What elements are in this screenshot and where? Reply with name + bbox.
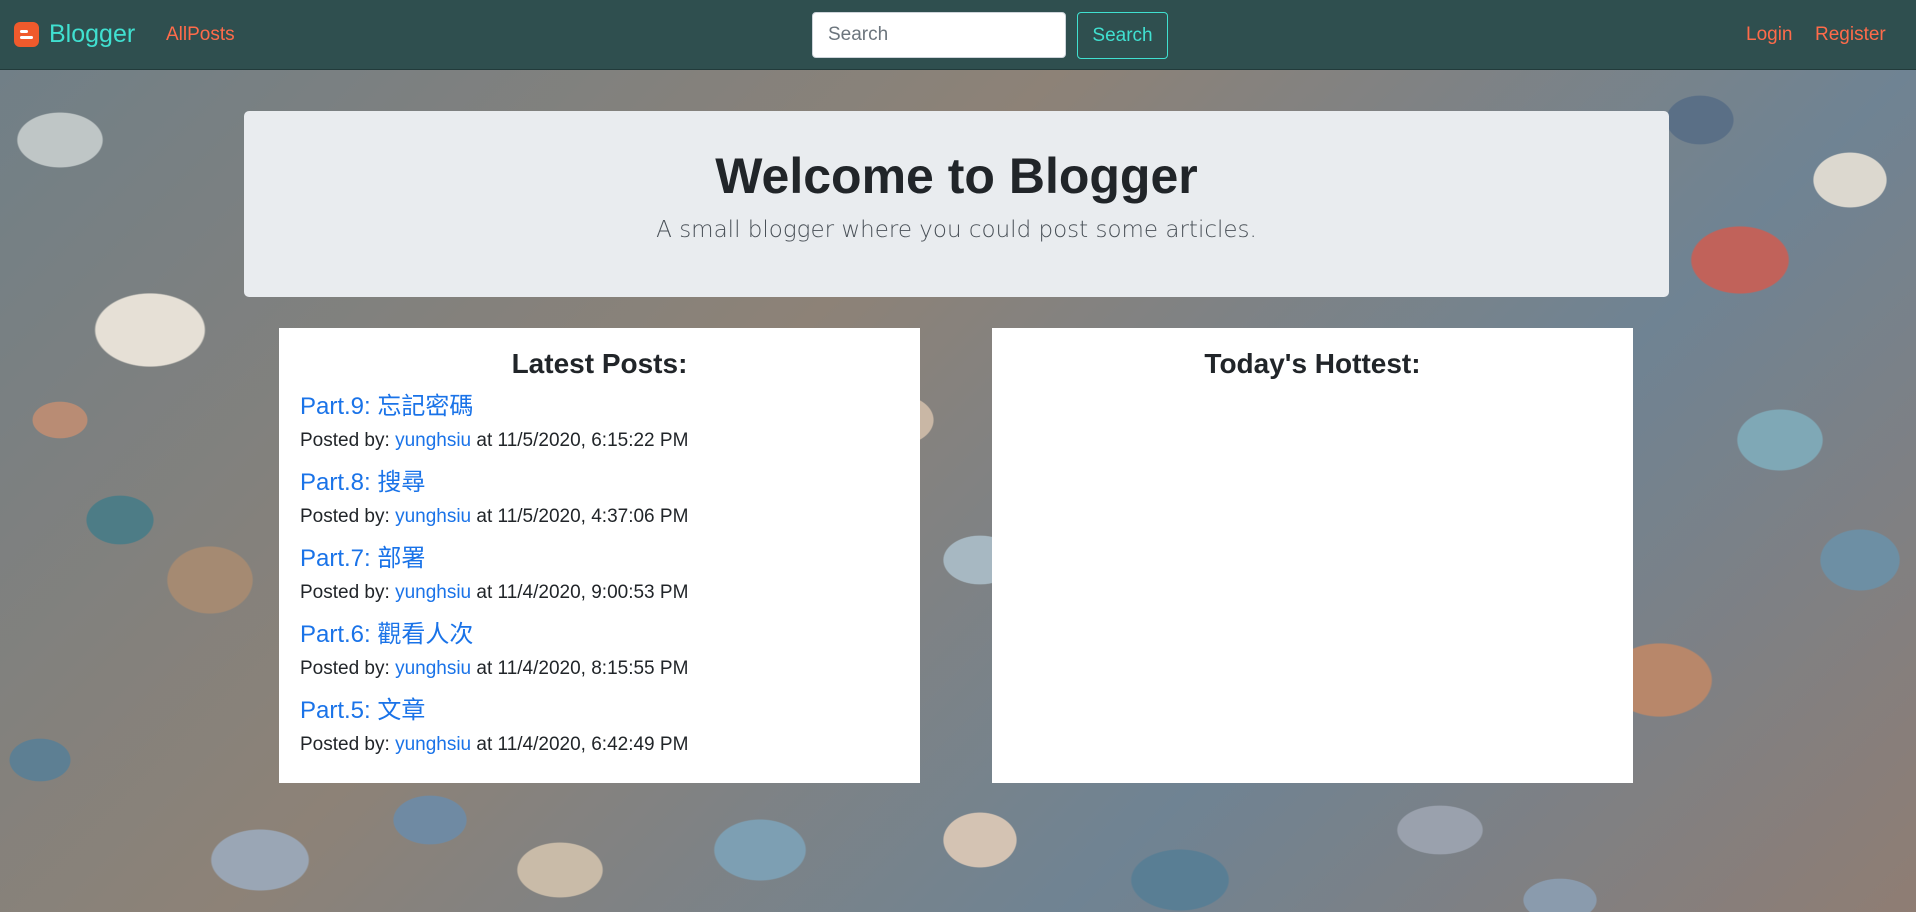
posted-by-label: Posted by: (300, 506, 390, 527)
at-label: at (476, 506, 493, 527)
post-timestamp: 11/4/2020, 8:15:55 PM (497, 658, 689, 679)
search-button[interactable]: Search (1077, 12, 1168, 59)
brand-name: Blogger (49, 20, 136, 48)
hottest-posts-card: Today's Hottest: (992, 328, 1633, 783)
posted-by-label: Posted by: (300, 430, 390, 451)
post-author-link[interactable]: yunghsiu (395, 430, 471, 451)
post-author-link[interactable]: yunghsiu (395, 582, 471, 603)
top-navbar: Blogger AllPosts Search Login Register (0, 0, 1916, 70)
post-author-link[interactable]: yunghsiu (395, 734, 471, 755)
list-item: Part.8: 搜尋 Posted by: yunghsiu at 11/5/2… (300, 466, 899, 534)
post-author-link[interactable]: yunghsiu (395, 658, 471, 679)
at-label: at (476, 734, 493, 755)
latest-posts-card: Latest Posts: Part.9: 忘記密碼 Posted by: yu… (279, 328, 920, 783)
register-link[interactable]: Register (1815, 24, 1886, 46)
list-item: Part.5: 文章 Posted by: yunghsiu at 11/4/2… (300, 694, 899, 762)
post-timestamp: 11/4/2020, 6:42:49 PM (497, 734, 689, 755)
posted-by-label: Posted by: (300, 658, 390, 679)
at-label: at (476, 658, 493, 679)
post-meta: Posted by: yunghsiu at 11/4/2020, 9:00:5… (300, 576, 899, 610)
welcome-jumbotron: Welcome to Blogger A small blogger where… (244, 111, 1669, 297)
post-title-link[interactable]: Part.8: 搜尋 (300, 466, 899, 500)
post-meta: Posted by: yunghsiu at 11/4/2020, 8:15:5… (300, 652, 899, 686)
posted-by-label: Posted by: (300, 734, 390, 755)
post-author-link[interactable]: yunghsiu (395, 506, 471, 527)
post-timestamp: 11/4/2020, 9:00:53 PM (497, 582, 689, 603)
posted-by-label: Posted by: (300, 582, 390, 603)
post-timestamp: 11/5/2020, 6:15:22 PM (497, 430, 689, 451)
list-item: Part.7: 部署 Posted by: yunghsiu at 11/4/2… (300, 542, 899, 610)
post-timestamp: 11/5/2020, 4:37:06 PM (497, 506, 689, 527)
post-title-link[interactable]: Part.5: 文章 (300, 694, 899, 728)
search-input[interactable] (812, 12, 1066, 58)
blogger-icon (14, 22, 39, 47)
list-item: Part.6: 觀看人次 Posted by: yunghsiu at 11/4… (300, 618, 899, 686)
list-item: Part.9: 忘記密碼 Posted by: yunghsiu at 11/5… (300, 390, 899, 458)
brand-link[interactable]: Blogger (14, 20, 135, 49)
post-meta: Posted by: yunghsiu at 11/5/2020, 4:37:0… (300, 500, 899, 534)
post-meta: Posted by: yunghsiu at 11/4/2020, 6:42:4… (300, 728, 899, 762)
page-title: Welcome to Blogger (715, 148, 1198, 204)
at-label: at (476, 582, 493, 603)
at-label: at (476, 430, 493, 451)
post-title-link[interactable]: Part.6: 觀看人次 (300, 618, 899, 652)
page-subtitle: A small blogger where you could post som… (656, 217, 1257, 243)
nav-allposts-link[interactable]: AllPosts (166, 24, 235, 46)
post-title-link[interactable]: Part.9: 忘記密碼 (300, 390, 899, 424)
login-link[interactable]: Login (1746, 24, 1793, 46)
hottest-posts-heading: Today's Hottest: (1204, 348, 1421, 379)
latest-posts-heading: Latest Posts: (511, 348, 688, 379)
post-meta: Posted by: yunghsiu at 11/5/2020, 6:15:2… (300, 424, 899, 458)
post-title-link[interactable]: Part.7: 部署 (300, 542, 899, 576)
